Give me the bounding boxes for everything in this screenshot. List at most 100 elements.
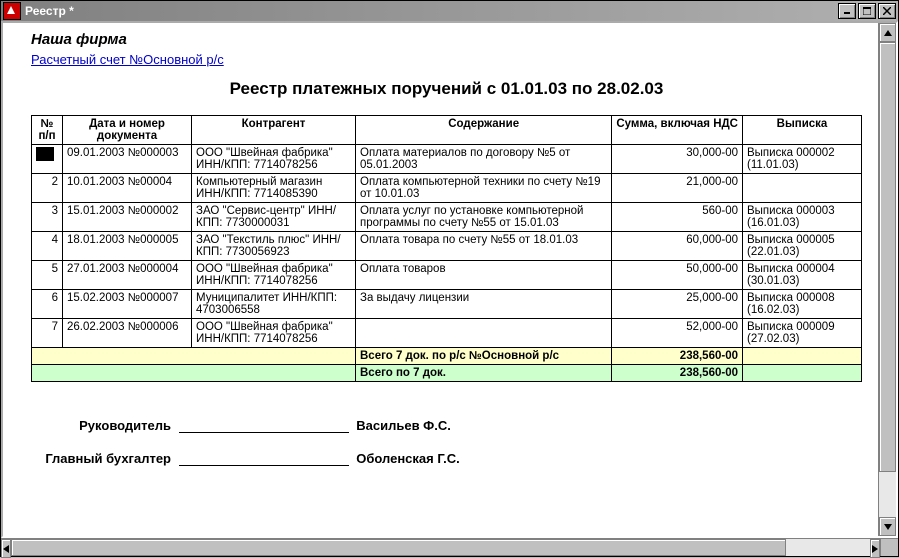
accnt-name: Оболенская Г.С. (356, 451, 459, 466)
col-extract: Выписка (743, 116, 862, 145)
cell-desc (356, 319, 612, 348)
table-row[interactable]: 527.01.2003 №000004ООО "Швейная фабрика"… (32, 261, 862, 290)
maximize-icon (863, 7, 871, 15)
account-link[interactable]: Расчетный счет №Основной р/с (31, 52, 224, 67)
cell-extract (743, 174, 862, 203)
cell-sum: 21,000-00 (612, 174, 743, 203)
subtotal-label: Всего 7 док. по р/с №Основной р/с (356, 348, 612, 365)
cell-date: 18.01.2003 №000005 (63, 232, 192, 261)
cell-party: ООО "Швейная фабрика" ИНН/КПП: 771407825… (192, 145, 356, 174)
table-row[interactable]: 615.02.2003 №000007Муниципалитет ИНН/КПП… (32, 290, 862, 319)
titlebar[interactable]: Реестр * (1, 1, 898, 21)
signature-head: Руководитель Васильев Ф.С. (31, 418, 862, 433)
table-row[interactable]: 418.01.2003 №000005ЗАО "Текстиль плюс" И… (32, 232, 862, 261)
scroll-down-button[interactable] (879, 517, 896, 536)
document-title: Реестр платежных поручений с 01.01.03 по… (31, 79, 862, 99)
cell-number: 3 (32, 203, 63, 232)
chevron-left-icon (2, 545, 10, 553)
cell-extract: Выписка 000005 (22.01.03) (743, 232, 862, 261)
cell-date: 15.02.2003 №000007 (63, 290, 192, 319)
head-role: Руководитель (31, 418, 171, 433)
accnt-sign-line (179, 465, 349, 466)
table-row[interactable]: 210.01.2003 №00004Компьютерный магазин И… (32, 174, 862, 203)
chevron-right-icon (871, 545, 879, 553)
vertical-scrollbar[interactable] (878, 23, 896, 536)
cell-party: ЗАО "Сервис-центр" ИНН/КПП: 7730000031 (192, 203, 356, 232)
cell-extract: Выписка 000003 (16.01.03) (743, 203, 862, 232)
cell-party: Компьютерный магазин ИНН/КПП: 7714085390 (192, 174, 356, 203)
table-row[interactable]: 09.01.2003 №000003ООО "Швейная фабрика" … (32, 145, 862, 174)
cell-number: 6 (32, 290, 63, 319)
cell-number: 7 (32, 319, 63, 348)
cell-sum: 25,000-00 (612, 290, 743, 319)
payments-table: № п/п Дата и номер документа Контрагент … (31, 115, 862, 382)
cell-extract: Выписка 000002 (11.01.03) (743, 145, 862, 174)
cell-sum: 52,000-00 (612, 319, 743, 348)
cell-number (32, 145, 63, 174)
close-icon (883, 7, 891, 15)
cell-number: 4 (32, 232, 63, 261)
cell-sum: 50,000-00 (612, 261, 743, 290)
cell-number: 2 (32, 174, 63, 203)
cell-sum: 560-00 (612, 203, 743, 232)
scroll-left-button[interactable] (1, 539, 11, 558)
chevron-up-icon (884, 29, 892, 37)
table-row[interactable]: 726.02.2003 №000006ООО "Швейная фабрика"… (32, 319, 862, 348)
cell-date: 10.01.2003 №00004 (63, 174, 192, 203)
client-area: Наша фирма Расчетный счет №Основной р/с … (1, 21, 898, 538)
grandtotal-row: Всего по 7 док. 238,560-00 (32, 365, 862, 382)
cell-extract: Выписка 000009 (27.02.03) (743, 319, 862, 348)
minimize-button[interactable] (838, 3, 856, 19)
document-content: Наша фирма Расчетный счет №Основной р/с … (3, 23, 878, 536)
close-button[interactable] (878, 3, 896, 19)
cell-party: ЗАО "Текстиль плюс" ИНН/КПП: 7730056923 (192, 232, 356, 261)
col-party: Контрагент (192, 116, 356, 145)
current-row-marker (36, 147, 54, 161)
hscroll-thumb[interactable] (11, 539, 786, 556)
subtotal-sum: 238,560-00 (612, 348, 743, 365)
head-sign-line (179, 432, 349, 433)
cell-party: ООО "Швейная фабрика" ИНН/КПП: 771407825… (192, 319, 356, 348)
signature-accountant: Главный бухгалтер Оболенская Г.С. (31, 451, 862, 466)
cell-party: Муниципалитет ИНН/КПП: 4703006558 (192, 290, 356, 319)
horizontal-scrollbar[interactable] (1, 538, 898, 556)
cell-date: 27.01.2003 №000004 (63, 261, 192, 290)
hscroll-track[interactable] (11, 539, 870, 556)
window-title: Реестр * (25, 4, 836, 18)
app-icon (3, 2, 21, 20)
table-header-row: № п/п Дата и номер документа Контрагент … (32, 116, 862, 145)
cell-date: 15.01.2003 №000002 (63, 203, 192, 232)
vscroll-track[interactable] (879, 42, 896, 517)
company-name: Наша фирма (31, 31, 862, 48)
cell-party: ООО "Швейная фабрика" ИНН/КПП: 771407825… (192, 261, 356, 290)
scroll-up-button[interactable] (879, 23, 896, 42)
cell-desc: Оплата товаров (356, 261, 612, 290)
cell-date: 26.02.2003 №000006 (63, 319, 192, 348)
maximize-button[interactable] (858, 3, 876, 19)
scroll-right-button[interactable] (870, 539, 880, 558)
scrollbar-corner (880, 539, 898, 556)
table-row[interactable]: 315.01.2003 №000002ЗАО "Сервис-центр" ИН… (32, 203, 862, 232)
cell-desc: Оплата материалов по договору №5 от 05.0… (356, 145, 612, 174)
cell-desc: Оплата товара по счету №55 от 18.01.03 (356, 232, 612, 261)
accnt-role: Главный бухгалтер (31, 451, 171, 466)
cell-desc: За выдачу лицензии (356, 290, 612, 319)
col-desc: Содержание (356, 116, 612, 145)
cell-sum: 60,000-00 (612, 232, 743, 261)
cell-number: 5 (32, 261, 63, 290)
col-sum: Сумма, включая НДС (612, 116, 743, 145)
cell-sum: 30,000-00 (612, 145, 743, 174)
cell-extract: Выписка 000008 (16.02.03) (743, 290, 862, 319)
window-frame: Реестр * Наша фирма Расчетный счет №Осно… (0, 0, 899, 557)
grandtotal-sum: 238,560-00 (612, 365, 743, 382)
cell-extract: Выписка 000004 (30.01.03) (743, 261, 862, 290)
grandtotal-label: Всего по 7 док. (356, 365, 612, 382)
cell-desc: Оплата услуг по установке компьютерной п… (356, 203, 612, 232)
signatures-block: Руководитель Васильев Ф.С. Главный бухга… (31, 418, 862, 466)
col-date: Дата и номер документа (63, 116, 192, 145)
vscroll-thumb[interactable] (879, 42, 896, 472)
subtotal-row: Всего 7 док. по р/с №Основной р/с 238,56… (32, 348, 862, 365)
cell-date: 09.01.2003 №000003 (63, 145, 192, 174)
head-name: Васильев Ф.С. (356, 418, 451, 433)
chevron-down-icon (884, 523, 892, 531)
